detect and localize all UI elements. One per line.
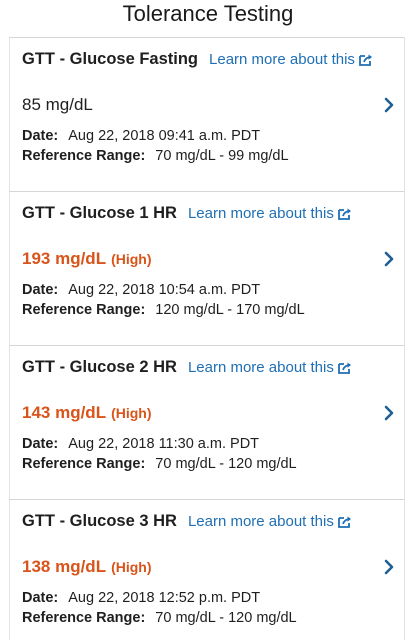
date-label: Date: <box>22 282 59 298</box>
learn-more-link[interactable]: Learn more about this <box>209 51 374 68</box>
result-row[interactable]: 138 mg/dL (High) <box>22 554 396 580</box>
result-value: 143 mg/dL <box>22 403 107 422</box>
card-header: GTT - Glucose Fasting Learn more about t… <box>22 50 396 74</box>
test-name: GTT - Glucose 1 HR <box>22 204 177 222</box>
result-row[interactable]: 143 mg/dL (High) <box>22 400 396 426</box>
reference-range-line: Reference Range: 70 mg/dL - 99 mg/dL <box>22 146 396 166</box>
learn-more-label: Learn more about this <box>209 51 355 68</box>
external-link-icon <box>337 362 351 374</box>
result-value: 193 mg/dL <box>22 249 107 268</box>
date-value: Aug 22, 2018 10:54 a.m. PDT <box>68 282 261 298</box>
result-value: 85 mg/dL <box>22 95 93 114</box>
date-label: Date: <box>22 590 59 606</box>
reference-range-line: Reference Range: 120 mg/dL - 170 mg/dL <box>22 300 396 320</box>
external-link-icon <box>337 208 351 220</box>
reference-range-value: 70 mg/dL - 120 mg/dL <box>155 456 297 472</box>
date-label: Date: <box>22 128 59 144</box>
date-line: Date: Aug 22, 2018 09:41 a.m. PDT <box>22 126 396 146</box>
learn-more-link[interactable]: Learn more about this <box>188 359 353 376</box>
test-name: GTT - Glucose 3 HR <box>22 512 177 530</box>
card-header: GTT - Glucose 1 HR Learn more about this <box>22 204 396 228</box>
card-header: GTT - Glucose 2 HR Learn more about this <box>22 358 396 382</box>
chevron-right-icon[interactable] <box>383 559 395 575</box>
reference-range-line: Reference Range: 70 mg/dL - 120 mg/dL <box>22 454 396 474</box>
reference-range-label: Reference Range: <box>22 148 146 164</box>
chevron-right-icon[interactable] <box>383 251 395 267</box>
learn-more-link[interactable]: Learn more about this <box>188 205 353 222</box>
reference-range-label: Reference Range: <box>22 610 146 626</box>
result-row[interactable]: 85 mg/dL <box>22 92 396 118</box>
test-name: GTT - Glucose 2 HR <box>22 358 177 376</box>
result-card-glucose-fasting[interactable]: GTT - Glucose Fasting Learn more about t… <box>9 37 405 191</box>
external-link-icon <box>337 516 351 528</box>
result-value-group: 138 mg/dL (High) <box>22 557 152 577</box>
result-flag: (High) <box>111 251 152 267</box>
chevron-right-icon[interactable] <box>383 405 395 421</box>
date-label: Date: <box>22 436 59 452</box>
date-line: Date: Aug 22, 2018 10:54 a.m. PDT <box>22 280 396 300</box>
external-link-icon <box>359 54 372 66</box>
reference-range-value: 120 mg/dL - 170 mg/dL <box>155 302 305 318</box>
learn-more-label: Learn more about this <box>187 513 334 530</box>
card-header: GTT - Glucose 3 HR Learn more about this <box>22 512 396 536</box>
screen: Tolerance Testing GTT - Glucose Fasting … <box>0 0 416 640</box>
test-name: GTT - Glucose Fasting <box>22 50 199 68</box>
learn-more-label: Learn more about this <box>187 359 334 376</box>
result-value-group: 193 mg/dL (High) <box>22 249 152 269</box>
reference-range-value: 70 mg/dL - 99 mg/dL <box>155 148 289 164</box>
result-flag: (High) <box>111 559 152 575</box>
date-value: Aug 22, 2018 12:52 p.m. PDT <box>68 590 261 606</box>
chevron-right-icon[interactable] <box>383 97 395 113</box>
result-value: 138 mg/dL <box>22 557 107 576</box>
reference-range-line: Reference Range: 70 mg/dL - 120 mg/dL <box>22 608 396 628</box>
date-line: Date: Aug 22, 2018 12:52 p.m. PDT <box>22 588 396 608</box>
date-line: Date: Aug 22, 2018 11:30 a.m. PDT <box>22 434 396 454</box>
reference-range-label: Reference Range: <box>22 302 146 318</box>
result-card-glucose-2hr[interactable]: GTT - Glucose 2 HR Learn more about this… <box>9 345 405 499</box>
result-value-group: 85 mg/dL <box>22 95 98 115</box>
result-card-glucose-1hr[interactable]: GTT - Glucose 1 HR Learn more about this… <box>9 191 405 345</box>
result-value-group: 143 mg/dL (High) <box>22 403 152 423</box>
reference-range-label: Reference Range: <box>22 456 146 472</box>
results-list: GTT - Glucose Fasting Learn more about t… <box>9 37 405 640</box>
reference-range-value: 70 mg/dL - 120 mg/dL <box>155 610 297 626</box>
learn-more-link[interactable]: Learn more about this <box>188 513 353 530</box>
result-card-glucose-3hr[interactable]: GTT - Glucose 3 HR Learn more about this… <box>9 499 405 640</box>
date-value: Aug 22, 2018 09:41 a.m. PDT <box>68 128 261 144</box>
date-value: Aug 22, 2018 11:30 a.m. PDT <box>68 436 260 452</box>
result-flag: (High) <box>111 405 152 421</box>
learn-more-label: Learn more about this <box>187 205 334 222</box>
page-title: Tolerance Testing <box>122 1 294 26</box>
result-row[interactable]: 193 mg/dL (High) <box>22 246 396 272</box>
